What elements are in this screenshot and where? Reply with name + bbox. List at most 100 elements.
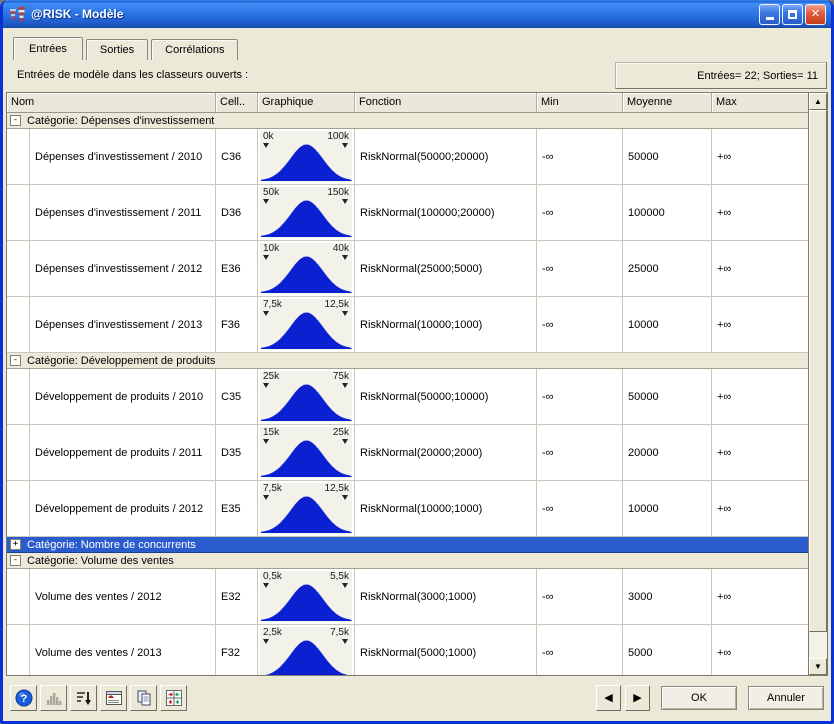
cell-fonction: RiskNormal(100000;20000) — [355, 185, 537, 240]
close-button[interactable]: ✕ — [805, 3, 826, 25]
distribution-thumbnail: 25k 75k — [260, 371, 352, 422]
col-header-nom[interactable]: Nom — [7, 93, 216, 113]
col-header-cell[interactable]: Cell.. — [216, 93, 258, 113]
input-row[interactable]: Dépenses d'investissement / 2013 F36 7,5… — [7, 297, 809, 353]
bell-curve-shape — [261, 256, 352, 293]
cell-min: -∞ — [537, 297, 623, 352]
cell-fonction: RiskNormal(3000;1000) — [355, 569, 537, 624]
cell-min: -∞ — [537, 625, 623, 675]
expand-toggle[interactable]: + — [10, 539, 21, 550]
cell-moyenne: 50000 — [623, 369, 712, 424]
graph-min-label: 7,5k — [263, 483, 282, 494]
scrollbar-thumb[interactable] — [809, 110, 827, 632]
category-row[interactable]: - Catégorie: Volume des ventes — [7, 553, 809, 569]
cell-graph: 10k 40k — [258, 241, 355, 296]
cell-fonction: RiskNormal(10000;1000) — [355, 481, 537, 536]
row-gutter — [7, 625, 30, 675]
graph-min-marker-icon — [263, 495, 269, 500]
tab-correlations[interactable]: Corrélations — [151, 39, 239, 60]
col-header-moyenne[interactable]: Moyenne — [623, 93, 712, 113]
tab-entrees[interactable]: Entrées — [13, 37, 83, 60]
cell-fonction: RiskNormal(5000;1000) — [355, 625, 537, 675]
graph-min-marker-icon — [263, 439, 269, 444]
graph-max-label: 12,5k — [324, 483, 349, 494]
cell-ref: F32 — [216, 625, 258, 675]
bell-curve-icon — [261, 496, 352, 533]
category-row[interactable]: - Catégorie: Dépenses d'investissement — [7, 113, 809, 129]
cell-nom: Volume des ventes / 2012 — [30, 569, 216, 624]
bell-curve-shape — [261, 584, 352, 621]
help-icon: ? — [15, 689, 32, 706]
cell-min: -∞ — [537, 241, 623, 296]
cell-moyenne: 20000 — [623, 425, 712, 480]
minimize-button[interactable] — [759, 3, 780, 25]
vertical-scrollbar[interactable]: ▲ ▼ — [808, 93, 827, 675]
bell-curve-icon — [261, 440, 352, 477]
cell-graph: 15k 25k — [258, 425, 355, 480]
cell-ref: C35 — [216, 369, 258, 424]
cell-ref: D35 — [216, 425, 258, 480]
table-header: Nom Cell.. Graphique Fonction Min Moyenn… — [7, 93, 827, 113]
graph-max-marker-icon — [342, 143, 348, 148]
scrollbar-track[interactable] — [809, 632, 827, 658]
bell-curve-shape — [261, 384, 352, 421]
input-row[interactable]: Volume des ventes / 2013 F32 2,5k 7,5k R… — [7, 625, 809, 675]
cell-graph: 25k 75k — [258, 369, 355, 424]
copy-button[interactable] — [130, 684, 157, 711]
graph-max-label: 7,5k — [330, 627, 349, 638]
cancel-button[interactable]: Annuler — [748, 685, 824, 710]
expand-toggle[interactable]: - — [10, 555, 21, 566]
histogram-button[interactable] — [40, 684, 67, 711]
scroll-up-icon: ▲ — [814, 97, 822, 106]
titlebar[interactable]: @RISK - Modèle ✕ — [3, 0, 831, 28]
expand-toggle[interactable]: - — [10, 355, 21, 366]
input-row[interactable]: Dépenses d'investissement / 2012 E36 10k… — [7, 241, 809, 297]
col-header-max[interactable]: Max — [712, 93, 809, 113]
next-button[interactable]: ▶ — [625, 684, 650, 711]
cell-nom: Dépenses d'investissement / 2010 — [30, 129, 216, 184]
minimize-icon — [765, 17, 774, 20]
cell-max: +∞ — [712, 129, 809, 184]
input-row[interactable]: Dépenses d'investissement / 2011 D36 50k… — [7, 185, 809, 241]
histogram-icon — [46, 692, 61, 705]
col-header-min[interactable]: Min — [537, 93, 623, 113]
scroll-up-button[interactable]: ▲ — [809, 93, 827, 110]
expand-toggle[interactable]: - — [10, 115, 21, 126]
risk-model-window: @RISK - Modèle ✕ Entrées Sorties Corréla… — [0, 0, 834, 724]
input-row[interactable]: Volume des ventes / 2012 E32 0,5k 5,5k R… — [7, 569, 809, 625]
scroll-down-button[interactable]: ▼ — [809, 658, 827, 675]
cell-max: +∞ — [712, 297, 809, 352]
cell-moyenne: 25000 — [623, 241, 712, 296]
cell-moyenne: 100000 — [623, 185, 712, 240]
input-row[interactable]: Développement de produits / 2010 C35 25k… — [7, 369, 809, 425]
col-header-graphique[interactable]: Graphique — [258, 93, 355, 113]
sort-button[interactable] — [70, 684, 97, 711]
cell-nom: Développement de produits / 2010 — [30, 369, 216, 424]
category-row[interactable]: + Catégorie: Nombre de concurrents — [7, 537, 809, 553]
prev-arrow-icon: ◀ — [604, 692, 613, 704]
bell-curve-shape — [261, 144, 352, 181]
prev-button[interactable]: ◀ — [596, 684, 621, 711]
graph-min-label: 0k — [263, 131, 274, 142]
model-entries-label: Entrées de modèle dans les classeurs ouv… — [17, 69, 249, 81]
input-row[interactable]: Dépenses d'investissement / 2010 C36 0k … — [7, 129, 809, 185]
row-gutter — [7, 425, 30, 480]
bell-curve-shape — [261, 440, 352, 477]
cell-ref: D36 — [216, 185, 258, 240]
bell-curve-icon — [261, 312, 352, 349]
input-row[interactable]: Développement de produits / 2012 E35 7,5… — [7, 481, 809, 537]
excel-grid-button[interactable] — [160, 684, 187, 711]
col-header-fonction[interactable]: Fonction — [355, 93, 537, 113]
ok-button[interactable]: OK — [661, 685, 737, 710]
cell-moyenne: 3000 — [623, 569, 712, 624]
help-button[interactable]: ? — [10, 684, 37, 711]
bell-curve-icon — [261, 200, 352, 237]
graph-max-label: 25k — [332, 427, 349, 438]
report-icon — [105, 690, 122, 705]
input-row[interactable]: Développement de produits / 2011 D35 15k… — [7, 425, 809, 481]
tab-sorties[interactable]: Sorties — [85, 39, 149, 60]
report-button[interactable] — [100, 684, 127, 711]
maximize-button[interactable] — [782, 3, 803, 25]
category-row[interactable]: - Catégorie: Développement de produits — [7, 353, 809, 369]
cell-nom: Dépenses d'investissement / 2011 — [30, 185, 216, 240]
